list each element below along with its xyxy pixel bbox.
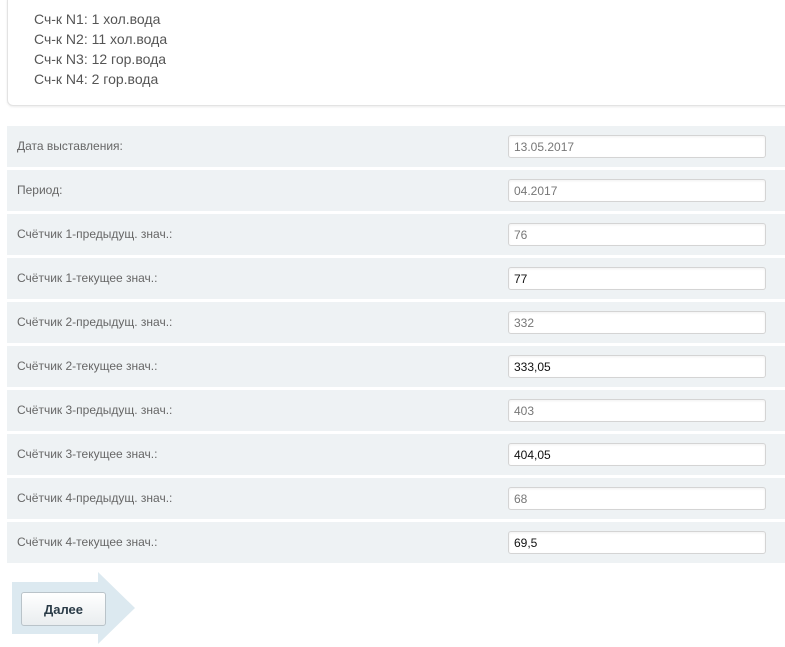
meter1-previous-field[interactable]: [508, 223, 766, 246]
meter-item: Сч-к N4: 2 гор.вода: [34, 71, 159, 87]
meter1-previous-label: Счётчик 1-предыдущ. знач.:: [17, 227, 173, 241]
form-row-meter2-current: Счётчик 2-текущее знач.:: [7, 346, 785, 387]
meter4-previous-label: Счётчик 4-предыдущ. знач.:: [17, 491, 173, 505]
meter3-previous-field[interactable]: [508, 399, 766, 422]
page: Сч-к N1: 1 хол.вода Сч-к N2: 11 хол.вода…: [0, 0, 785, 647]
period-label: Период:: [17, 183, 63, 197]
form-row-meter1-current: Счётчик 1-текущее знач.:: [7, 258, 785, 299]
form-row-period: Период:: [7, 170, 785, 211]
next-step-area: Далее: [12, 572, 142, 644]
meter3-previous-label: Счётчик 3-предыдущ. знач.:: [17, 403, 173, 417]
meter2-previous-label: Счётчик 2-предыдущ. знач.:: [17, 315, 173, 329]
form-row-issue-date: Дата выставления:: [7, 126, 785, 167]
form-row-meter4-current: Счётчик 4-текущее знач.:: [7, 522, 785, 563]
form-row-meter3-current: Счётчик 3-текущее знач.:: [7, 434, 785, 475]
meter4-current-label: Счётчик 4-текущее знач.:: [17, 535, 158, 549]
form-row-meter1-previous: Счётчик 1-предыдущ. знач.:: [7, 214, 785, 255]
meter2-current-field[interactable]: [508, 355, 766, 378]
form-row-meter2-previous: Счётчик 2-предыдущ. знач.:: [7, 302, 785, 343]
meter3-current-label: Счётчик 3-текущее знач.:: [17, 447, 158, 461]
meter4-previous-field[interactable]: [508, 487, 766, 510]
issue-date-label: Дата выставления:: [17, 139, 123, 153]
meter2-previous-field[interactable]: [508, 311, 766, 334]
meter3-current-field[interactable]: [508, 443, 766, 466]
meter1-current-field[interactable]: [508, 267, 766, 290]
next-button[interactable]: Далее: [21, 592, 106, 626]
readings-form: Дата выставления: Период: Счётчик 1-пред…: [7, 126, 785, 566]
form-row-meter4-previous: Счётчик 4-предыдущ. знач.:: [7, 478, 785, 519]
issue-date-field[interactable]: [508, 135, 766, 158]
meter-item: Сч-к N3: 12 гор.вода: [34, 51, 167, 67]
meter1-current-label: Счётчик 1-текущее знач.:: [17, 271, 158, 285]
meter4-current-field[interactable]: [508, 531, 766, 554]
form-row-meter3-previous: Счётчик 3-предыдущ. знач.:: [7, 390, 785, 431]
meters-list: Сч-к N1: 1 хол.вода Сч-к N2: 11 хол.вода…: [34, 9, 167, 89]
meter-item: Сч-к N1: 1 хол.вода: [34, 11, 161, 27]
period-field[interactable]: [508, 179, 766, 202]
meter-item: Сч-к N2: 11 хол.вода: [34, 31, 168, 47]
meter2-current-label: Счётчик 2-текущее знач.:: [17, 359, 158, 373]
